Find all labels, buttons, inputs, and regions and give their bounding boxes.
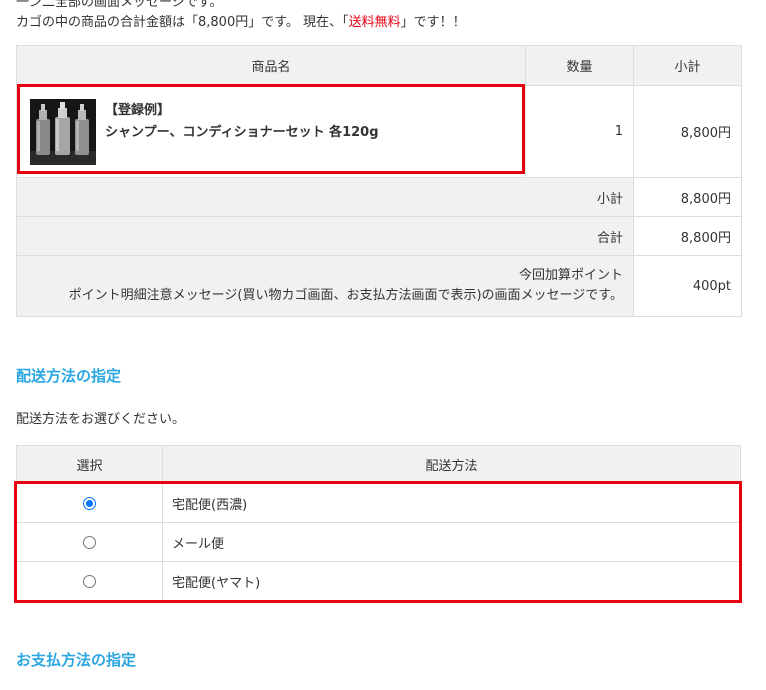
total-row: 合計 8,800円 <box>16 216 742 256</box>
point-cell: 今回加算ポイント ポイント明細注意メッセージ(買い物カゴ画面、お支払方法画面で表… <box>16 255 634 317</box>
product-name-title: シャンプー、コンディショナーセット 各120g <box>105 125 379 140</box>
product-name-label: 【登録例】 <box>105 103 171 118</box>
point-value: 400pt <box>633 255 742 317</box>
shipping-lead-text: 配送方法をお選びください。 <box>16 412 186 427</box>
point-row: 今回加算ポイント ポイント明細注意メッセージ(買い物カゴ画面、お支払方法画面で表… <box>16 255 742 317</box>
total-value: 8,800円 <box>633 216 742 256</box>
column-header-select: 選択 <box>16 445 163 484</box>
cart-item-row: 【登録例】 シャンプー、コンディショナーセット 各120g 1 8,800円 <box>16 85 742 178</box>
column-header-product-name: 商品名 <box>16 45 526 86</box>
column-header-quantity: 数量 <box>525 45 634 86</box>
shipping-option-row[interactable]: 宅配便(西濃) <box>16 483 741 523</box>
cart-total-message-end: 」です！！ <box>400 15 466 30</box>
shipping-option-label[interactable]: メール便 <box>162 522 741 562</box>
point-label: 今回加算ポイント <box>518 268 623 283</box>
shipping-option-select-cell <box>16 561 163 601</box>
shipping-section-title: 配送方法の指定 <box>16 367 122 385</box>
cart-total-message: カゴの中の商品の合計金額は「8,800円」です。 現在、「送料無料」です！！ <box>16 11 466 30</box>
shipping-radio-seino[interactable] <box>83 496 96 510</box>
column-header-subtotal: 小計 <box>633 45 742 86</box>
total-label: 合計 <box>16 216 634 256</box>
cart-total-message-text: カゴの中の商品の合計金額は「8,800円」です。 現在、「 <box>16 15 349 30</box>
payment-section-title: お支払方法の指定 <box>16 651 137 669</box>
shipping-option-label[interactable]: 宅配便(西濃) <box>162 483 741 523</box>
point-message: ポイント明細注意メッセージ(買い物カゴ画面、お支払方法画面で表示)の画面メッセー… <box>68 288 623 303</box>
column-header-shipping-method: 配送方法 <box>162 445 741 484</box>
shipping-radio-yamato[interactable] <box>83 574 96 588</box>
shipping-option-select-cell <box>16 522 163 562</box>
shipping-option-row[interactable]: メール便 <box>16 522 741 562</box>
cart-item-price: 8,800円 <box>633 85 742 178</box>
cart-item-quantity: 1 <box>525 85 634 178</box>
cart-table: 商品名 数量 小計 【登録例】 シャンプー、コンディショナーセット 各120g … <box>16 45 742 317</box>
free-shipping-text: 送料無料 <box>348 15 401 30</box>
shipping-radio-mail[interactable] <box>83 535 96 549</box>
shipping-option-select-cell <box>16 483 163 523</box>
shipping-option-label[interactable]: 宅配便(ヤマト) <box>162 561 741 601</box>
cart-item-product-cell: 【登録例】 シャンプー、コンディショナーセット 各120g <box>16 85 526 178</box>
top-message-fragment: 一ン二全部の画面メッセージです。 <box>16 0 223 10</box>
shipping-option-row[interactable]: 宅配便(ヤマト) <box>16 561 741 601</box>
subtotal-row: 小計 8,800円 <box>16 177 742 217</box>
shipping-table: 選択 配送方法 宅配便(西濃) メール便 宅配便(ヤマト) <box>16 445 741 601</box>
product-bottles-image <box>30 99 96 165</box>
subtotal-value: 8,800円 <box>633 177 742 217</box>
product-thumbnail[interactable] <box>30 99 96 165</box>
subtotal-label: 小計 <box>16 177 634 217</box>
product-name[interactable]: 【登録例】 シャンプー、コンディショナーセット 各120g <box>105 100 379 144</box>
